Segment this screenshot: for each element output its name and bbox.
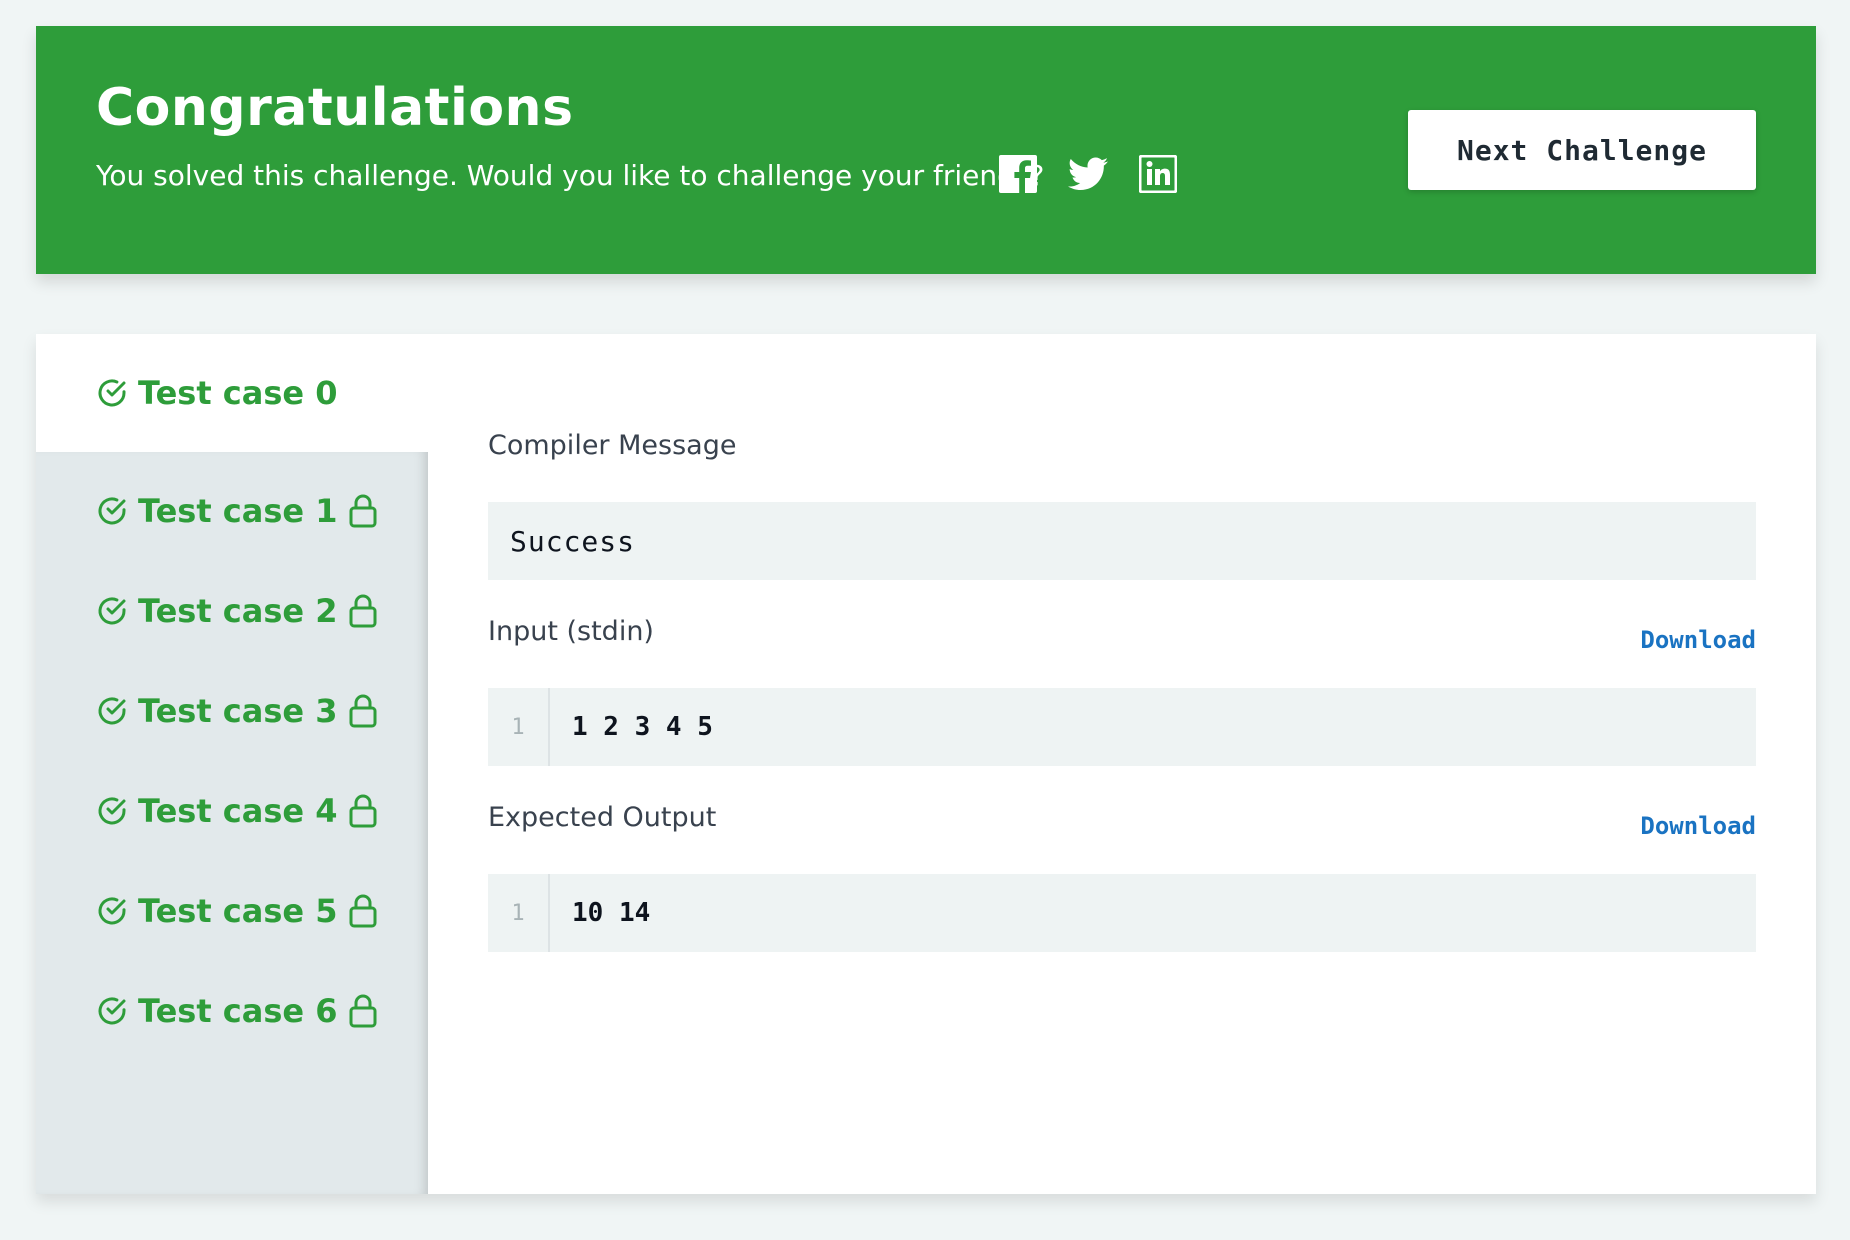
tab-test-case-6[interactable]: Test case 6 <box>36 952 428 1070</box>
tab-label: Test case 4 <box>138 792 338 830</box>
success-banner: Congratulations You solved this challeng… <box>36 26 1816 274</box>
tab-label: Test case 1 <box>138 492 338 530</box>
check-circle-icon <box>98 379 126 407</box>
check-circle-icon <box>98 697 126 725</box>
lock-icon <box>349 894 377 928</box>
lock-icon <box>349 494 377 528</box>
lock-icon <box>349 794 377 828</box>
check-circle-icon <box>98 797 126 825</box>
results-panel: Test case 0 Test case 1 Test case 2 Test… <box>36 334 1816 1194</box>
check-circle-icon <box>98 897 126 925</box>
lock-icon <box>349 694 377 728</box>
check-circle-icon <box>98 597 126 625</box>
line-number: 1 <box>488 688 550 766</box>
output-code-box: 1 10 14 <box>488 874 1756 952</box>
lock-icon <box>349 594 377 628</box>
facebook-icon[interactable] <box>998 154 1038 194</box>
line-number: 1 <box>488 874 550 952</box>
check-circle-icon <box>98 997 126 1025</box>
tab-label: Test case 5 <box>138 892 338 930</box>
input-value: 1 2 3 4 5 <box>572 712 713 742</box>
lock-icon <box>349 994 377 1028</box>
check-circle-icon <box>98 497 126 525</box>
twitter-icon[interactable] <box>1068 154 1108 194</box>
input-label: Input (stdin) <box>488 616 654 647</box>
compiler-message-label: Compiler Message <box>488 430 737 461</box>
compiler-message-box: Success <box>488 502 1756 580</box>
tab-label: Test case 3 <box>138 692 338 730</box>
banner-title: Congratulations <box>96 78 574 138</box>
tab-test-case-0[interactable]: Test case 0 <box>36 334 428 452</box>
test-case-list: Test case 1 Test case 2 Test case 3 Test… <box>36 452 428 1194</box>
output-download-link[interactable]: Download <box>1640 812 1756 840</box>
next-challenge-button[interactable]: Next Challenge <box>1408 110 1756 190</box>
tab-label: Test case 2 <box>138 592 338 630</box>
tab-label: Test case 0 <box>138 374 338 412</box>
input-code-box: 1 1 2 3 4 5 <box>488 688 1756 766</box>
banner-message: You solved this challenge. Would you lik… <box>96 159 1045 192</box>
expected-output-label: Expected Output <box>488 802 717 833</box>
tab-label: Test case 6 <box>138 992 338 1030</box>
linkedin-icon[interactable] <box>1138 154 1178 194</box>
output-value: 10 14 <box>572 898 651 928</box>
input-download-link[interactable]: Download <box>1640 626 1756 654</box>
